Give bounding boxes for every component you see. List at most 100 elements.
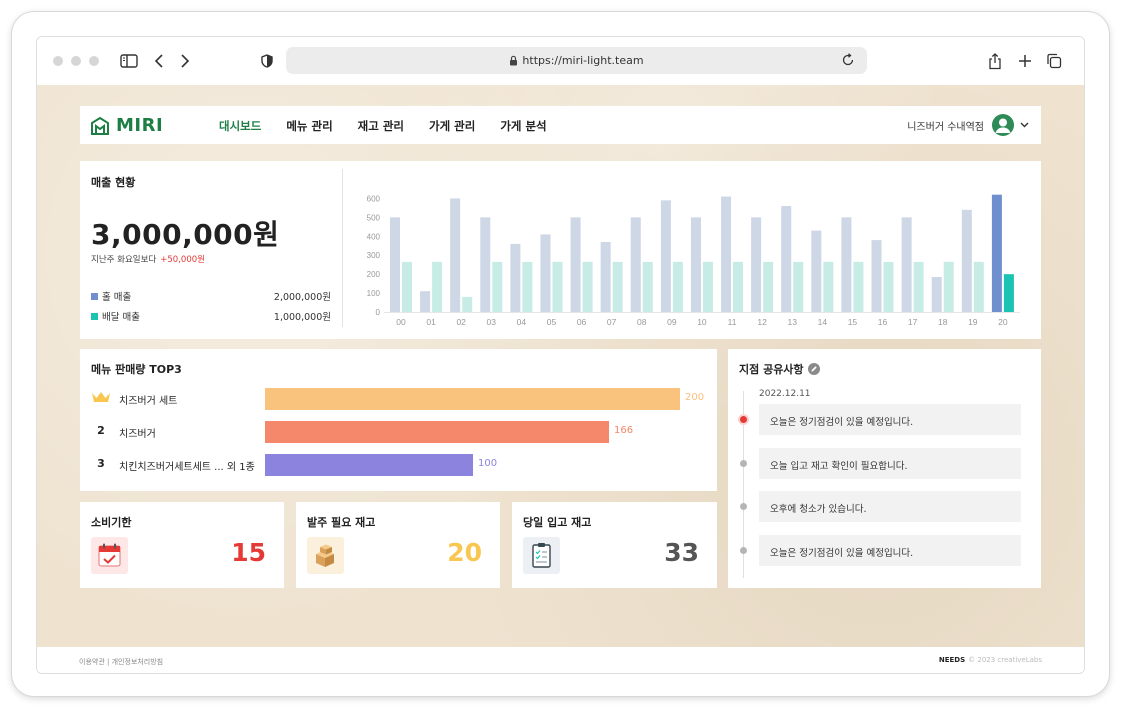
bar-delivery bbox=[973, 261, 984, 312]
top-navigation: MIRI 대시보드 메뉴 관리 재고 관리 가게 관리 가게 분석 니즈버거 수… bbox=[80, 106, 1041, 144]
sales-overview-card: 매출 현황 3,000,000원 지난주 화요일보다 +50,000원 홀 매출 … bbox=[80, 161, 1041, 339]
bar-hall bbox=[991, 194, 1002, 312]
shield-icon[interactable] bbox=[259, 50, 275, 72]
bar-delivery bbox=[432, 261, 443, 312]
x-tick-label: 07 bbox=[607, 317, 617, 327]
timeline-dot bbox=[740, 503, 747, 510]
bar-hall bbox=[570, 217, 581, 312]
url-text: https://miri-light.team bbox=[522, 54, 644, 67]
x-tick-label: 10 bbox=[697, 317, 707, 327]
bar-delivery bbox=[1003, 274, 1014, 312]
calendar-icon bbox=[91, 537, 128, 574]
lock-icon bbox=[509, 55, 518, 66]
legend-delivery: 배달 매출 1,000,000원 bbox=[91, 309, 331, 323]
x-tick-label: 19 bbox=[968, 317, 978, 327]
y-tick-label: 100 bbox=[367, 289, 381, 298]
y-tick-label: 400 bbox=[367, 232, 381, 241]
bar-delivery bbox=[733, 261, 744, 312]
menu-dashboard[interactable]: 대시보드 bbox=[219, 118, 261, 134]
legend-delivery-swatch bbox=[91, 312, 98, 320]
bar-delivery bbox=[522, 261, 533, 312]
forward-icon[interactable] bbox=[178, 50, 192, 72]
avatar[interactable] bbox=[992, 114, 1014, 136]
bar-delivery bbox=[823, 261, 834, 312]
bar-hall bbox=[510, 243, 521, 312]
bar-delivery bbox=[582, 261, 593, 312]
bar-delivery bbox=[763, 261, 774, 312]
new-tab-icon[interactable] bbox=[1017, 50, 1033, 72]
address-bar[interactable]: https://miri-light.team bbox=[286, 47, 867, 74]
sales-compare-text: 지난주 화요일보다 bbox=[91, 255, 157, 265]
rank-value-1: 200 bbox=[685, 392, 705, 403]
reload-icon[interactable] bbox=[841, 53, 855, 70]
page-footer: 이용약관 | 개인정보처리방침 NEEDS © 2023 creativeLabs bbox=[37, 647, 1084, 673]
browser-window: https://miri-light.team MIRI 대시보드 메뉴 관리 … bbox=[36, 36, 1085, 674]
footer-copyright: NEEDS © 2023 creativeLabs bbox=[939, 656, 1042, 664]
legend-hall-label: 홀 매출 bbox=[102, 292, 132, 303]
notice-item[interactable]: 오후에 청소가 있습니다. bbox=[759, 491, 1021, 522]
bar-delivery bbox=[612, 261, 623, 312]
reorder-count: 20 bbox=[447, 538, 482, 567]
window-zoom-dot[interactable] bbox=[89, 56, 99, 66]
miri-logo-icon bbox=[91, 116, 109, 135]
x-tick-label: 18 bbox=[938, 317, 948, 327]
x-tick-label: 17 bbox=[908, 317, 918, 327]
page-content: MIRI 대시보드 메뉴 관리 재고 관리 가게 관리 가게 분석 니즈버거 수… bbox=[37, 85, 1084, 647]
notice-item[interactable]: 오늘 입고 재고 확인이 필요합니다. bbox=[759, 448, 1021, 479]
notice-item[interactable]: 오늘은 정기점검이 있을 예정입니다. bbox=[759, 404, 1021, 435]
x-tick-label: 13 bbox=[788, 317, 798, 327]
rank-bar-fill-1 bbox=[265, 388, 680, 410]
bar-hall bbox=[450, 198, 461, 312]
footer-links[interactable]: 이용약관 | 개인정보처리방침 bbox=[79, 657, 163, 667]
bar-hall bbox=[690, 217, 701, 312]
x-tick-label: 11 bbox=[728, 317, 737, 327]
window-minimize-dot[interactable] bbox=[71, 56, 81, 66]
expiry-card[interactable]: 소비기한 15 bbox=[80, 502, 284, 588]
menu-menu-management[interactable]: 메뉴 관리 bbox=[286, 118, 332, 134]
reorder-card[interactable]: 발주 필요 재고 20 bbox=[296, 502, 500, 588]
rank-name-3: 치킨치즈버거세트세트 ... 외 1종 bbox=[119, 462, 255, 473]
x-tick-label: 16 bbox=[878, 317, 888, 327]
y-tick-label: 500 bbox=[367, 213, 381, 222]
rank-row-1: 치즈버거 세트 200 bbox=[91, 388, 711, 410]
bar-hall bbox=[811, 230, 822, 312]
expiry-count: 15 bbox=[231, 538, 266, 567]
main-menu: 대시보드 메뉴 관리 재고 관리 가게 관리 가게 분석 bbox=[219, 118, 572, 134]
x-tick-label: 06 bbox=[577, 317, 587, 327]
bar-delivery bbox=[943, 261, 954, 312]
notice-title-text: 지점 공유사항 bbox=[739, 363, 804, 376]
rank-bar-1 bbox=[265, 388, 680, 410]
bar-hall bbox=[600, 241, 611, 312]
edit-icon[interactable] bbox=[807, 363, 820, 375]
bar-delivery bbox=[402, 261, 412, 312]
user-menu[interactable]: 니즈버거 수내역점 bbox=[907, 114, 1029, 136]
tabs-overview-icon[interactable] bbox=[1045, 50, 1063, 72]
sidebar-icon[interactable] bbox=[119, 50, 139, 72]
menu-store-analysis[interactable]: 가게 분석 bbox=[500, 118, 546, 134]
rank-name-1: 치즈버거 세트 bbox=[119, 396, 178, 407]
x-tick-label: 02 bbox=[456, 317, 466, 327]
window-close-dot[interactable] bbox=[53, 56, 63, 66]
bar-hall bbox=[420, 291, 431, 312]
bar-hall bbox=[540, 234, 551, 312]
footer-brand: NEEDS bbox=[938, 656, 966, 664]
legend-delivery-label: 배달 매출 bbox=[102, 312, 140, 323]
menu-inventory-management[interactable]: 재고 관리 bbox=[358, 118, 404, 134]
y-tick-label: 200 bbox=[367, 270, 381, 279]
share-icon[interactable] bbox=[987, 50, 1003, 72]
reorder-title: 발주 필요 재고 bbox=[307, 516, 376, 529]
chevron-down-icon[interactable] bbox=[1020, 120, 1029, 131]
notice-item[interactable]: 오늘은 정기점검이 있을 예정입니다. bbox=[759, 535, 1021, 566]
x-tick-label: 05 bbox=[547, 317, 557, 327]
incoming-card[interactable]: 당일 입고 재고 33 bbox=[512, 502, 717, 588]
x-tick-label: 14 bbox=[818, 317, 828, 327]
bar-hall bbox=[751, 217, 762, 312]
menu-store-management[interactable]: 가게 관리 bbox=[429, 118, 475, 134]
sales-total: 3,000,000원 bbox=[91, 218, 280, 251]
bar-hall bbox=[871, 240, 882, 312]
back-icon[interactable] bbox=[152, 50, 166, 72]
x-tick-label: 03 bbox=[487, 317, 497, 327]
rank-row-3: 3 치킨치즈버거세트세트 ... 외 1종 100 bbox=[91, 454, 711, 476]
x-tick-label: 00 bbox=[396, 317, 406, 327]
brand-logo[interactable]: MIRI bbox=[90, 115, 163, 136]
